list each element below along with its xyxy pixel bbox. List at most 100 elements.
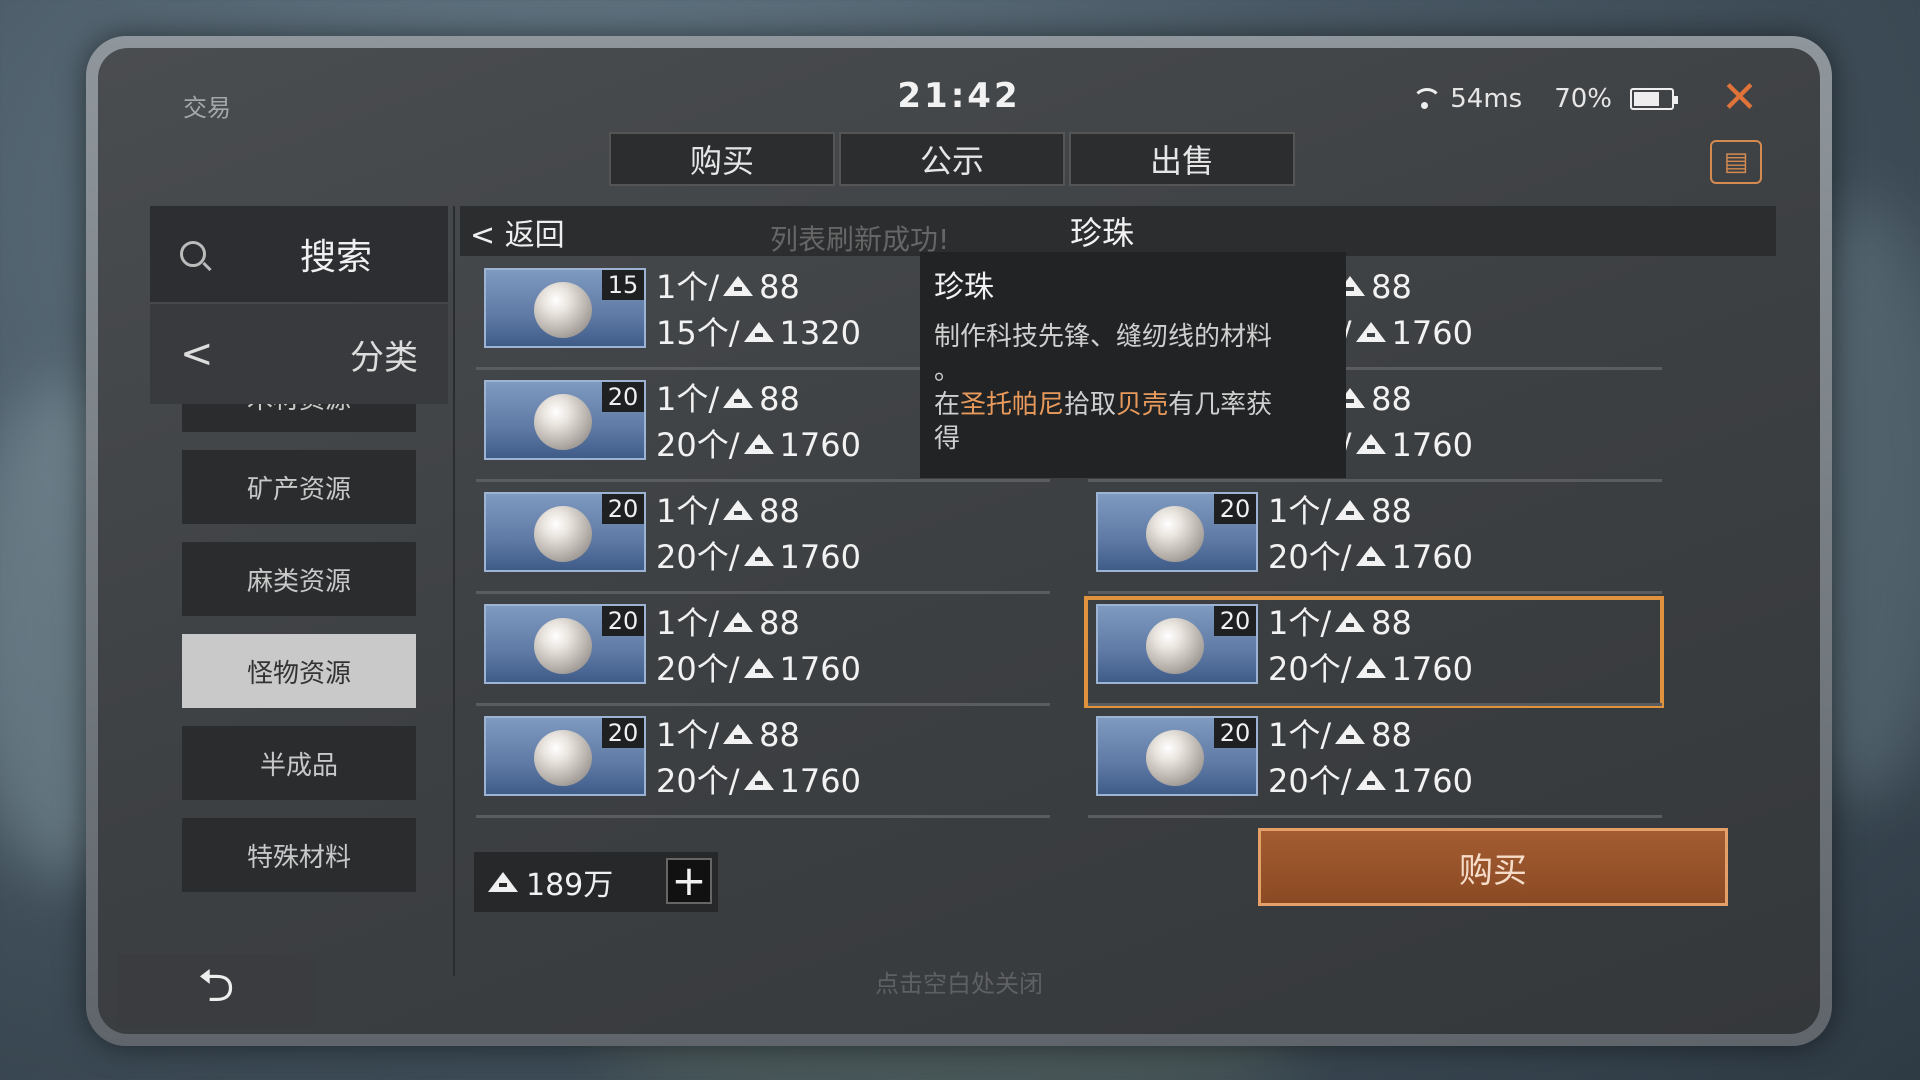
tab-sell[interactable]: 出售 [1069, 132, 1295, 186]
sidebar-item-semi-finished[interactable]: 半成品 [182, 726, 416, 800]
tab-buy[interactable]: 购买 [609, 132, 835, 186]
currency-icon [743, 658, 774, 678]
tooltip-source: 在圣托帕尼拾取贝壳有几率获 [934, 390, 1273, 420]
total-price: 15个/1320 [656, 314, 861, 352]
buy-button[interactable]: 购买 [1258, 828, 1728, 906]
listing-item[interactable]: 20 1个/88 20个/1760 [476, 488, 1050, 594]
ping-value: 54ms [1450, 84, 1523, 114]
search-button[interactable]: 搜索 [150, 206, 448, 302]
status-bar: 54ms 70% [1410, 84, 1678, 114]
unit-price: 1个/88 [1268, 604, 1412, 642]
unit-price: 1个/88 [1268, 716, 1412, 754]
total-price: 20个/1760 [656, 426, 861, 464]
pearl-icon [534, 394, 592, 450]
back-label: 返回 [504, 218, 565, 253]
listing-item[interactable]: 20 1个/88 20个/1760 [1084, 596, 1664, 708]
pearl-thumbnail: 20 [1096, 604, 1258, 684]
pearl-thumbnail: 20 [1096, 492, 1258, 572]
unit-price: 1个/88 [656, 716, 800, 754]
currency-icon [1355, 434, 1386, 454]
pearl-icon [1146, 618, 1204, 674]
quantity-badge: 20 [1214, 494, 1256, 524]
tooltip-source-end: 得 [934, 424, 961, 454]
listing-prices: 1个/88 15个/1320 [656, 264, 861, 356]
pearl-icon [534, 506, 592, 562]
close-hint: 点击空白处关闭 [875, 970, 1043, 998]
quantity-badge: 20 [1214, 718, 1256, 748]
listing-prices: 1个/88 20个/1760 [656, 712, 861, 804]
quantity-badge: 20 [602, 606, 644, 636]
sidebar-item-special[interactable]: 特殊材料 [182, 818, 416, 892]
category-list: 木材资源 矿产资源 麻类资源 怪物资源 半成品 特殊材料 [182, 390, 416, 910]
currency-balance: 189万 + [474, 852, 718, 912]
currency-icon [1335, 500, 1366, 520]
currency-icon [1355, 322, 1386, 342]
unit-price: 1个/88 [656, 492, 800, 530]
pearl-icon [1146, 506, 1204, 562]
quantity-badge: 20 [1214, 606, 1256, 636]
chevron-left-icon: < [180, 331, 214, 377]
tooltip-desc-end: 。 [934, 356, 961, 386]
currency-icon [743, 322, 774, 342]
pearl-icon [534, 282, 592, 338]
quantity-badge: 20 [602, 382, 644, 412]
row-divider [1088, 591, 1662, 594]
quantity-badge: 20 [602, 494, 644, 524]
unit-price: 1个/88 [656, 268, 800, 306]
wifi-icon [1410, 88, 1443, 110]
tooltip-desc: 制作科技先锋、缝纫线的材料 [934, 322, 1273, 352]
item-tooltip: 珍珠 制作科技先锋、缝纫线的材料 。 在圣托帕尼拾取贝壳有几率获 得 [920, 252, 1346, 478]
close-icon[interactable]: ✕ [1721, 72, 1758, 123]
search-label: 搜索 [300, 237, 373, 278]
row-divider [1088, 479, 1662, 482]
currency-icon [1335, 724, 1366, 744]
listing-prices: 1个/88 20个/1760 [656, 376, 861, 468]
currency-icon [1355, 770, 1386, 790]
sidebar-item-fiber[interactable]: 麻类资源 [182, 542, 416, 616]
total-price: 20个/1760 [1268, 650, 1473, 688]
currency-icon [1355, 546, 1386, 566]
currency-icon [723, 388, 754, 408]
item-category-title: 珍珠 [1070, 214, 1135, 252]
sidebar-divider [453, 206, 455, 976]
listing-prices: 1个/88 20个/1760 [1268, 712, 1473, 804]
battery-percent: 70% [1554, 84, 1612, 114]
currency-icon [743, 770, 774, 790]
pearl-thumbnail: 20 [484, 492, 646, 572]
add-currency-button[interactable]: + [666, 858, 712, 904]
listing-item[interactable]: 20 1个/88 20个/1760 [476, 712, 1050, 818]
list-header: < 返回 列表刷新成功! 珍珠 [460, 206, 1776, 256]
currency-icon [743, 546, 774, 566]
search-icon [180, 241, 206, 267]
location-name: 圣托帕尼 [960, 390, 1065, 420]
total-price: 20个/1760 [656, 538, 861, 576]
pearl-icon [1146, 730, 1204, 786]
sidebar-item-mineral[interactable]: 矿产资源 [182, 450, 416, 524]
listing-item[interactable]: 20 1个/88 20个/1760 [476, 600, 1050, 706]
listing-item[interactable]: 20 1个/88 20个/1760 [1088, 712, 1662, 818]
category-label: 分类 [350, 337, 418, 378]
listing-item[interactable]: 20 1个/88 20个/1760 [1088, 488, 1662, 594]
currency-icon [1355, 658, 1386, 678]
currency-icon [723, 724, 754, 744]
currency-icon [723, 276, 754, 296]
pearl-icon [534, 730, 592, 786]
category-back-button[interactable]: < 分类 [150, 304, 448, 404]
sidebar-item-monster[interactable]: 怪物资源 [182, 634, 416, 708]
pearl-icon [534, 618, 592, 674]
clipboard-icon[interactable]: ▤ [1710, 140, 1762, 184]
pearl-thumbnail: 20 [484, 380, 646, 460]
currency-icon [723, 612, 754, 632]
back-button[interactable]: < 返回 [470, 210, 565, 254]
total-price: 20个/1760 [1268, 538, 1473, 576]
currency-icon [743, 434, 774, 454]
unit-price: 1个/88 [1268, 492, 1412, 530]
quantity-badge: 15 [602, 270, 644, 300]
pearl-thumbnail: 20 [1096, 716, 1258, 796]
listing-prices: 1个/88 20个/1760 [1268, 600, 1473, 692]
total-price: 20个/1760 [1268, 762, 1473, 800]
listing-prices: 1个/88 20个/1760 [1268, 488, 1473, 580]
tab-notice[interactable]: 公示 [839, 132, 1065, 186]
battery-icon [1630, 88, 1678, 110]
currency-icon [723, 500, 754, 520]
